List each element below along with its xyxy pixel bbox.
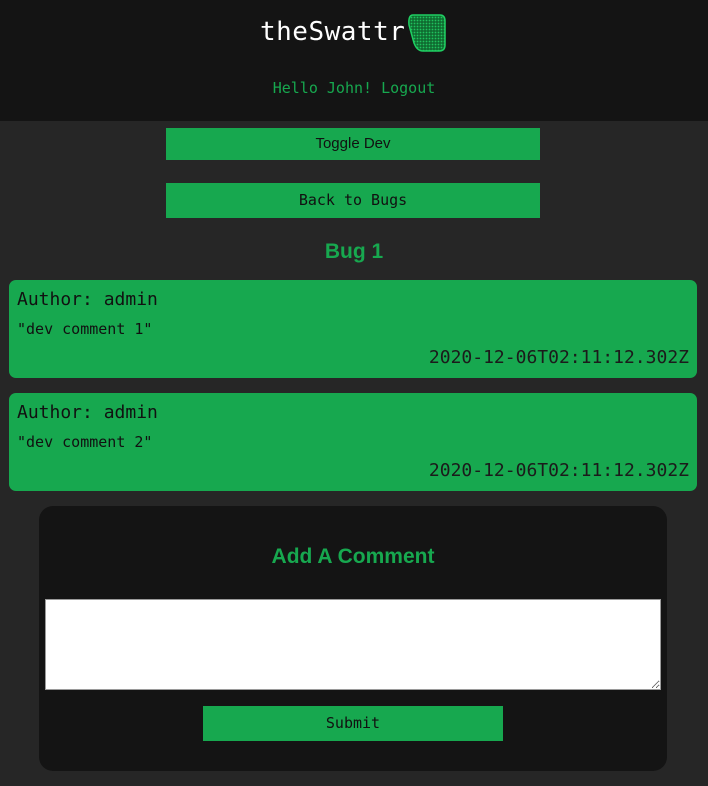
back-to-bugs-button[interactable]: Back to Bugs <box>166 183 540 218</box>
comment-body: "dev comment 1" <box>17 320 153 338</box>
user-greeting: Hello John! Logout <box>0 79 708 97</box>
add-comment-title: Add A Comment <box>271 545 435 568</box>
app-header: theSwattr Hello John! Logout <box>0 0 708 121</box>
toggle-dev-button[interactable]: Toggle Dev <box>166 128 540 160</box>
bug-title: Bug 1 <box>324 240 384 263</box>
swatter-icon <box>408 13 447 52</box>
comment-card: Author: admin "dev comment 1" 2020-12-06… <box>9 280 697 378</box>
submit-button[interactable]: Submit <box>203 706 503 741</box>
logo-text: theSwattr <box>260 17 406 47</box>
comment-textarea[interactable] <box>45 599 661 690</box>
comment-card: Author: admin "dev comment 2" 2020-12-06… <box>9 393 697 491</box>
comment-date: 2020-12-06T02:11:12.302Z <box>428 460 689 481</box>
comment-date: 2020-12-06T02:11:12.302Z <box>428 347 689 368</box>
logout-link[interactable]: Logout <box>381 79 435 97</box>
greeting-text: Hello John! <box>272 79 382 97</box>
add-comment-panel: Add A Comment Submit <box>39 506 667 771</box>
app-logo[interactable]: theSwattr <box>260 12 447 52</box>
comment-body: "dev comment 2" <box>17 433 153 451</box>
comment-author: Author: admin <box>17 289 158 310</box>
comment-author: Author: admin <box>17 402 158 423</box>
